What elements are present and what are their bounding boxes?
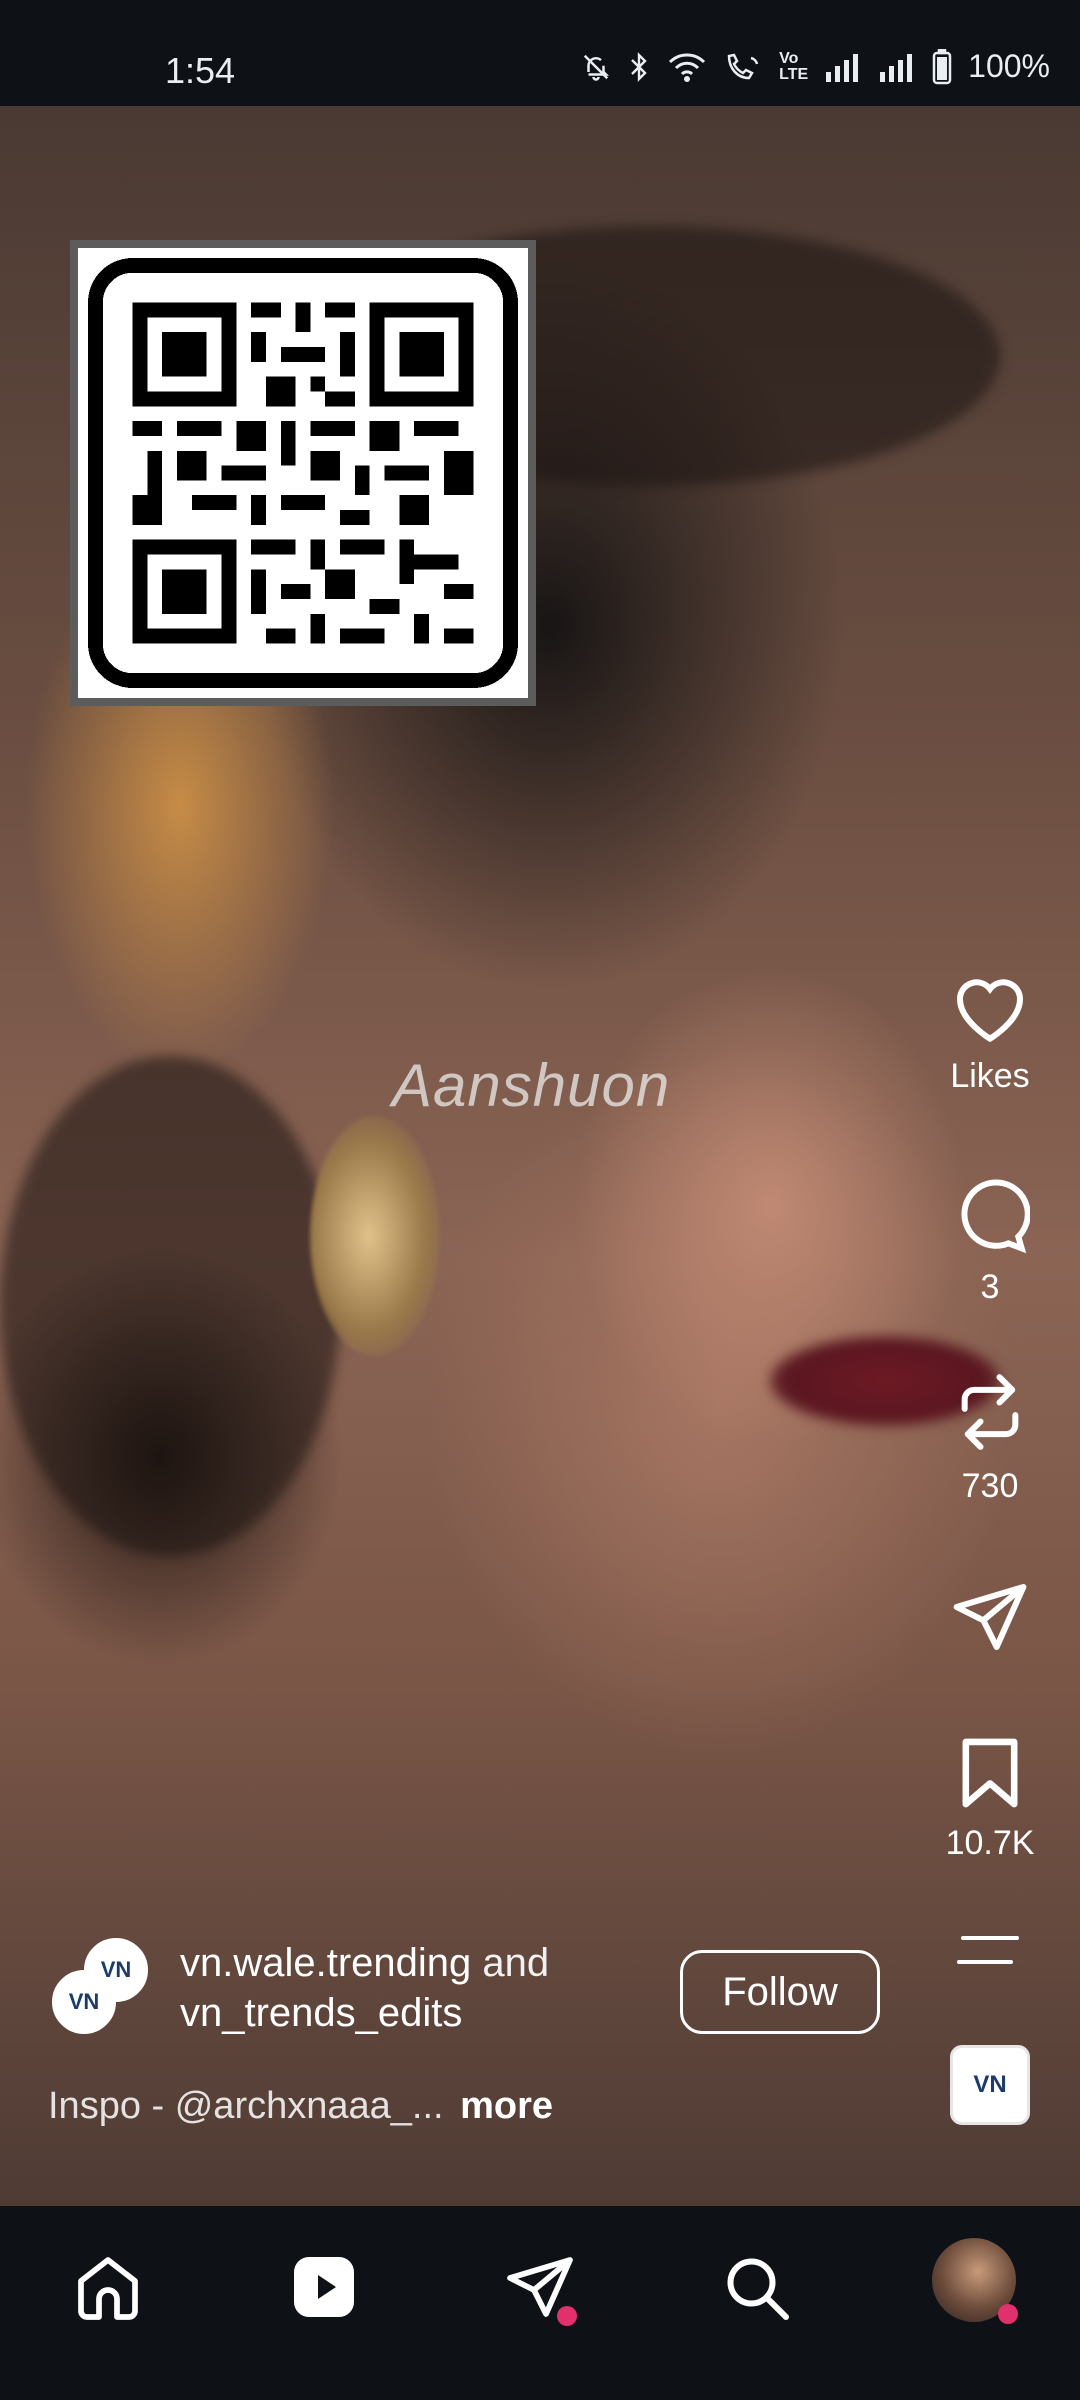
follow-button[interactable]: Follow [680,1950,880,2034]
save-button[interactable]: 10.7K [930,1735,1050,1863]
and-text: and [471,1941,550,1985]
hair-bun [0,1056,340,1556]
avatar-text: VN [68,1989,100,2014]
share-button[interactable] [930,1580,1050,1659]
search-icon [720,2251,792,2328]
battery-percent: 100% [968,48,1050,84]
like-button[interactable]: Likes [930,970,1050,1096]
likes-label: Likes [950,1057,1030,1095]
saves-count: 10.7K [945,1824,1035,1862]
battery-icon [932,48,952,85]
menu-icon [955,1936,1025,1974]
status-time: 1:54 [165,50,236,91]
nav-home[interactable] [63,2244,153,2334]
status-bar: 1:54 Vo LTE 100% [0,0,1080,106]
nav-search[interactable] [711,2244,801,2334]
caption-text: Inspo - @archxnaaa_... [48,2085,444,2127]
volte-icon: Vo LTE [779,49,809,83]
signal-icon [878,52,916,82]
mute-icon [581,52,611,82]
caption-more-link[interactable]: more [460,2085,553,2127]
avatar-primary[interactable]: VN [52,1970,116,2034]
bluetooth-icon [627,51,651,83]
heart-icon [950,979,1030,1048]
wifi-calling-icon [723,52,763,82]
qr-code [70,240,536,706]
author-2-link[interactable]: vn_trends_edits [180,1991,462,2035]
comment-icon [950,1179,1031,1259]
profile-notification-dot [998,2304,1018,2324]
home-icon [72,2251,144,2328]
wifi-icon [667,52,707,82]
comment-button[interactable]: 3 [930,1175,1050,1307]
author-1-link[interactable]: vn.wale.trending [180,1941,471,1985]
direct-notification-dot [557,2306,577,2326]
nav-reels[interactable] [279,2244,369,2334]
more-options-button[interactable] [930,1930,1050,1975]
repost-button[interactable]: 730 [930,1370,1050,1506]
send-icon [950,1584,1030,1658]
earring [310,1116,440,1356]
comments-count: 3 [980,1268,1000,1306]
signal-icon [824,52,862,82]
bottom-nav [0,2206,1080,2400]
caption[interactable]: Inspo - @archxnaaa_... more [48,2085,553,2128]
author-names: vn.wale.trending and vn_trends_edits [180,1938,549,2038]
reels-icon [288,2251,360,2328]
repost-icon [952,1374,1028,1458]
audio-logo: VN [973,2071,1007,2098]
audio-thumbnail[interactable]: VN [950,2045,1030,2125]
bookmark-icon [955,1738,1025,1815]
video-watermark: Aanshuon [392,1052,671,1119]
reposts-count: 730 [961,1467,1019,1505]
nav-direct[interactable] [495,2244,585,2334]
reel-video[interactable]: Aanshuon [0,106,1080,2206]
status-icons: Vo LTE 100% [581,48,1050,85]
